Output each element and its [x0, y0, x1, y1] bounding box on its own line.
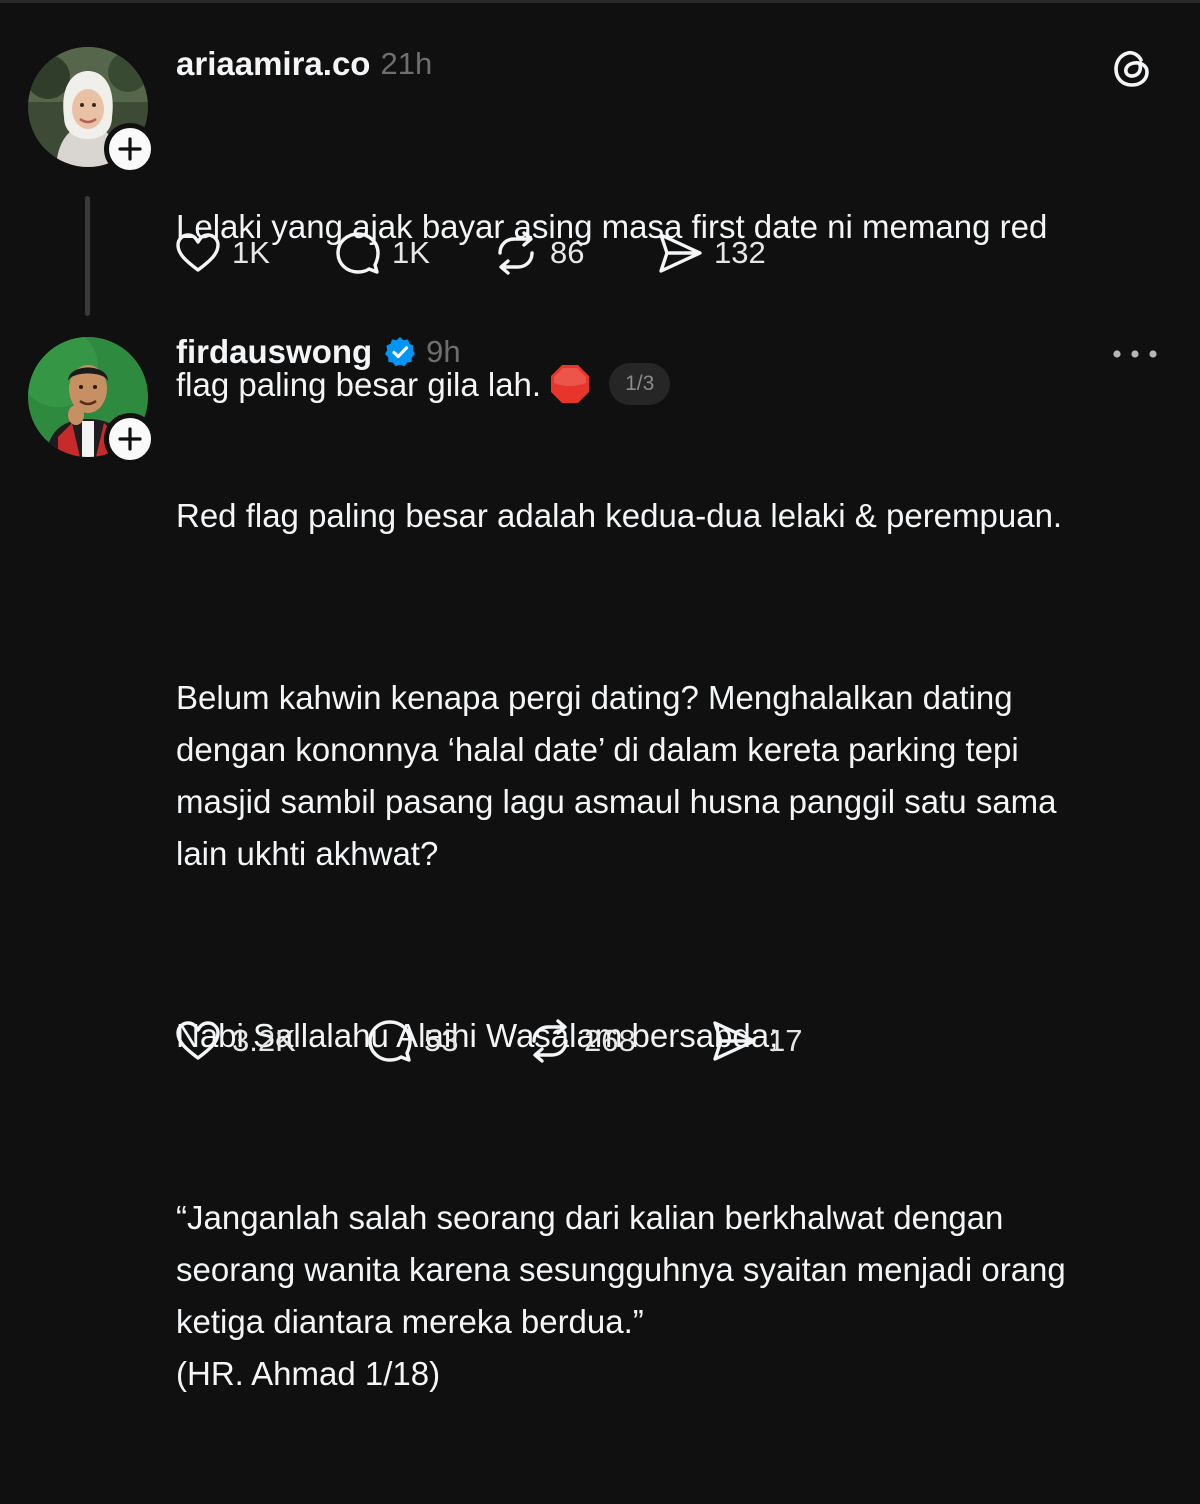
send-icon — [659, 233, 702, 273]
like-count: 1K — [232, 235, 270, 270]
heart-icon — [176, 233, 220, 272]
reply-count: 1K — [392, 235, 430, 270]
comment-bubble-icon — [368, 1020, 412, 1062]
heart-icon — [176, 1021, 220, 1060]
follow-plus-button[interactable] — [104, 123, 156, 175]
send-icon — [713, 1021, 756, 1061]
verified-badge-icon — [385, 337, 416, 367]
username[interactable]: ariaamira.co — [176, 45, 370, 83]
post-time: 21h — [380, 46, 433, 81]
post-paragraph-1: Red flag paling besar adalah kedua-dua l… — [176, 497, 1063, 534]
avatar-firdauswong[interactable] — [28, 337, 156, 465]
post-time: 9h — [426, 334, 461, 369]
reply-button[interactable]: 1K — [334, 229, 492, 277]
threads-logo-icon[interactable] — [1110, 46, 1154, 90]
action-bar: 3.2K 53 268 17 — [174, 1016, 802, 1066]
avatar-ariaamira[interactable] — [28, 47, 156, 175]
plus-icon — [118, 137, 142, 161]
plus-icon — [118, 427, 142, 451]
post-text: Red flag paling besar adalah kedua-dua l… — [176, 386, 1186, 1504]
top-divider — [0, 0, 1200, 3]
post-paragraph-2: Belum kahwin kenapa pergi dating? Mengha… — [176, 679, 1057, 872]
action-bar: 1K 1K 86 132 — [174, 228, 766, 278]
thread-connector-line — [85, 196, 90, 316]
repost-button[interactable]: 86 — [492, 229, 656, 277]
like-button[interactable]: 3.2K — [174, 1017, 366, 1065]
reply-count: 53 — [424, 1023, 459, 1058]
post-header: firdauswong 9h — [176, 330, 461, 374]
post-paragraph-4: “Janganlah salah seorang dari kalian ber… — [176, 1199, 1066, 1392]
repost-count: 268 — [584, 1023, 636, 1058]
like-button[interactable]: 1K — [174, 229, 334, 277]
share-button[interactable]: 17 — [710, 1017, 802, 1065]
post-header: ariaamira.co 21h — [176, 42, 432, 86]
reply-button[interactable]: 53 — [366, 1017, 526, 1065]
repost-icon — [498, 231, 534, 275]
share-count: 17 — [768, 1023, 803, 1058]
comment-bubble-icon — [336, 232, 380, 274]
like-count: 3.2K — [232, 1023, 296, 1058]
repost-button[interactable]: 268 — [526, 1017, 710, 1065]
more-options-icon[interactable] — [1112, 344, 1158, 364]
repost-count: 86 — [550, 235, 585, 270]
repost-icon — [532, 1019, 568, 1063]
follow-plus-button[interactable] — [104, 413, 156, 465]
share-button[interactable]: 132 — [656, 229, 766, 277]
username[interactable]: firdauswong — [176, 333, 372, 371]
share-count: 132 — [714, 235, 766, 270]
